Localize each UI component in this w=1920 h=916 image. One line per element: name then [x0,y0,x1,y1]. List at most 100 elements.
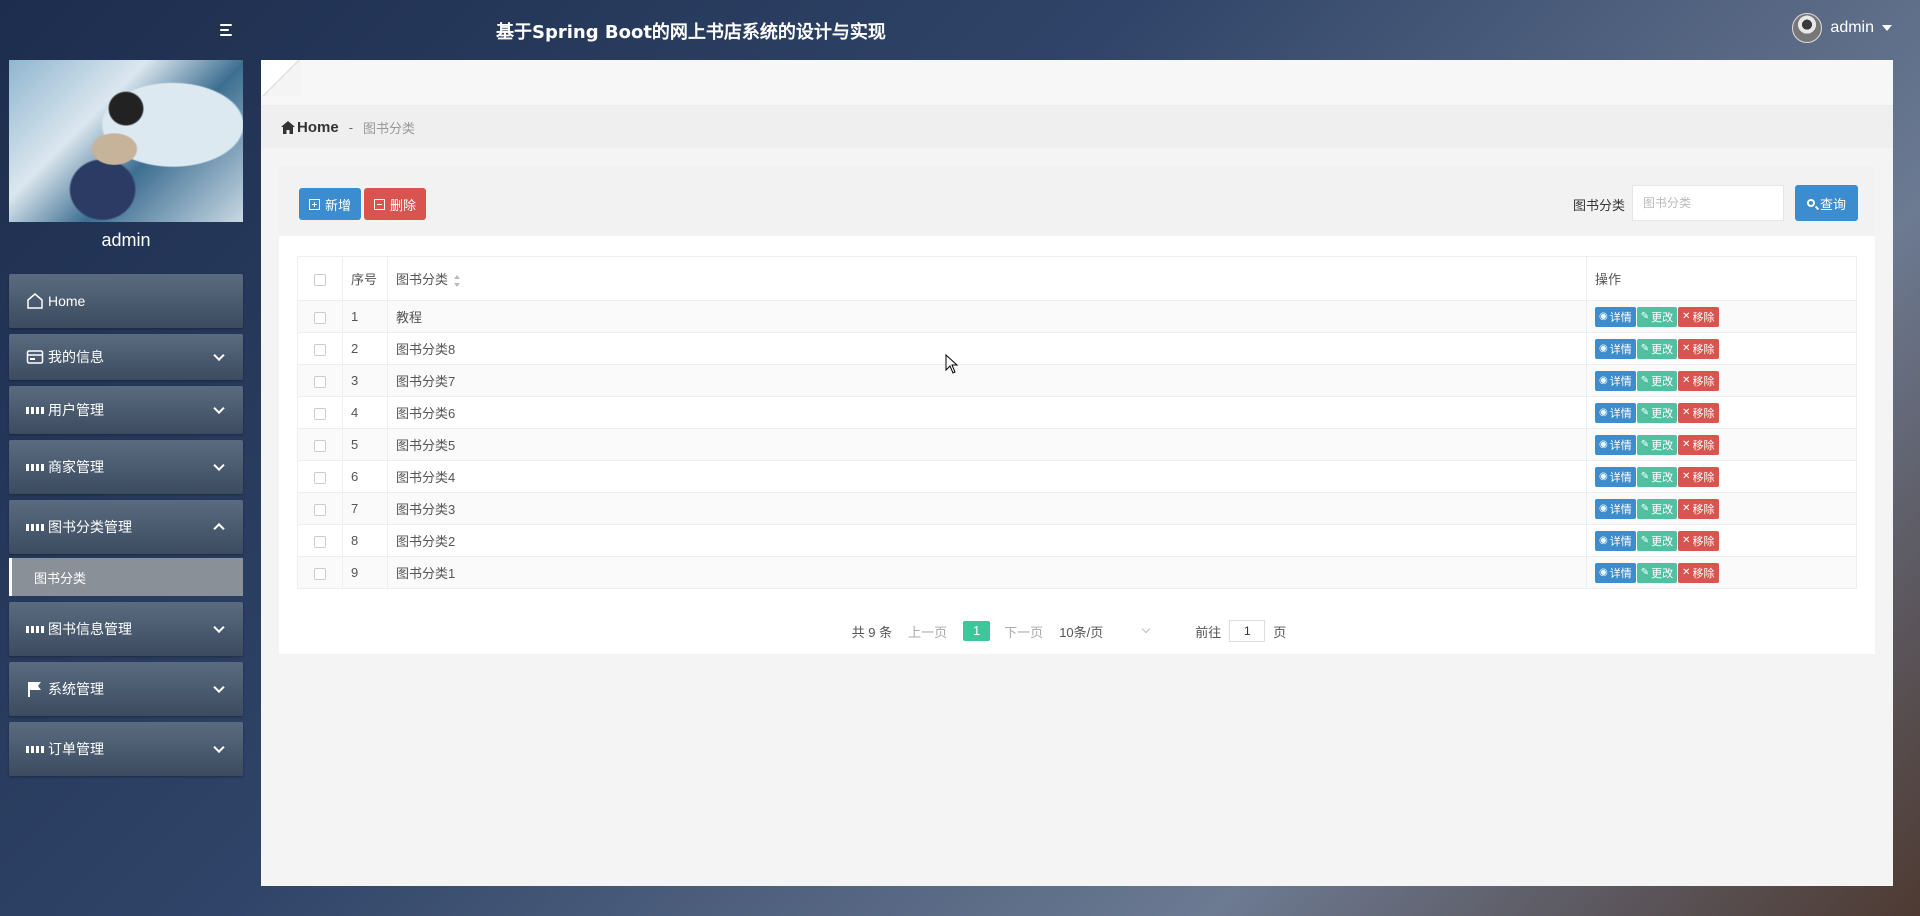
plus-square-icon [309,198,320,210]
detail-button[interactable]: ◉ 详情 [1595,530,1636,551]
sidebar-item-merchant-management[interactable]: 商家管理 [9,440,243,494]
sidebar-item-user-management[interactable]: 用户管理 [9,386,243,434]
edit-button[interactable]: ✎ 更改 [1636,434,1678,455]
row-category: 图书分类1 [387,556,1587,589]
search-input[interactable] [1632,185,1784,221]
remove-button[interactable]: ✕ 移除 [1678,562,1719,583]
edit-icon: ✎ [1640,406,1650,418]
detail-button[interactable]: ◉ 详情 [1595,306,1636,327]
remove-button[interactable]: ✕ 移除 [1678,338,1719,359]
edit-icon: ✎ [1640,342,1650,354]
row-select-cell [297,396,343,429]
goto-page-input[interactable] [1229,620,1266,642]
sidebar-item-book-category-management[interactable]: 图书分类管理 [9,500,243,554]
remove-button[interactable]: ✕ 移除 [1678,402,1719,423]
flag-icon [26,680,44,698]
page-number-button[interactable]: 1 [963,621,991,641]
table-header-row: 序号 图书分类 操作 [297,256,1857,301]
search-icon [1806,199,1815,207]
remove-button[interactable]: ✕ 移除 [1678,466,1719,487]
eye-icon: ◉ [1599,438,1608,450]
edit-icon: ✎ [1640,374,1650,386]
row-index: 2 [342,332,388,365]
breadcrumb-home[interactable]: Home [281,119,339,136]
row-select-cell [297,492,343,525]
user-name: admin [1830,19,1874,36]
row-checkbox[interactable] [314,343,326,356]
breadcrumb-separator: - [348,119,354,135]
detail-button[interactable]: ◉ 详情 [1595,402,1636,423]
table-row: 3 图书分类7 ◉ 详情 ✎ 更改 ✕ 移除 [297,364,1857,397]
edit-icon: ✎ [1640,502,1650,514]
profile-image [9,60,243,222]
row-checkbox[interactable] [314,471,326,484]
row-index: 3 [342,364,388,397]
row-select-cell [297,460,343,493]
row-category: 图书分类6 [387,396,1587,429]
column-header-category[interactable]: 图书分类 [387,256,1587,301]
search-button[interactable]: 查询 [1794,185,1858,221]
menu-toggle-icon[interactable] [213,18,239,42]
row-checkbox[interactable] [314,567,326,580]
content-card: 新增 删除 图书分类 查询 序号 图书分类 操作 1教程 [279,166,1875,654]
row-category: 图书分类8 [387,332,1587,365]
sidebar-item-home[interactable]: Home [9,274,243,328]
delete-button[interactable]: 删除 [364,188,427,220]
chevron-down-icon [213,459,225,472]
sidebar-item-label: 系统管理 [48,681,104,697]
row-index: 9 [342,556,388,589]
select-all-checkbox[interactable] [314,273,326,286]
sidebar-item-order-management[interactable]: 订单管理 [9,722,243,776]
sidebar-item-label: 商家管理 [48,459,104,475]
close-icon: ✕ [1682,534,1691,546]
remove-button[interactable]: ✕ 移除 [1678,306,1719,327]
sidebar-item-system-management[interactable]: 系统管理 [9,662,243,716]
chevron-down-icon [213,741,225,754]
detail-button[interactable]: ◉ 详情 [1595,434,1636,455]
detail-button[interactable]: ◉ 详情 [1595,466,1636,487]
add-button[interactable]: 新增 [299,188,362,220]
user-menu[interactable]: admin [1792,13,1892,43]
detail-button[interactable]: ◉ 详情 [1595,370,1636,391]
page-size-select[interactable]: 10条/页 [1059,622,1165,641]
grid-icon [26,740,44,758]
edit-button[interactable]: ✎ 更改 [1636,530,1678,551]
row-checkbox[interactable] [314,375,326,388]
edit-button[interactable]: ✎ 更改 [1636,306,1678,327]
breadcrumb-current: 图书分类 [363,120,416,136]
close-icon: ✕ [1682,406,1691,418]
sidebar-subitem-book-category[interactable]: 图书分类 [9,558,243,596]
next-page-button[interactable]: 下一页 [1004,622,1043,641]
prev-page-button[interactable]: 上一页 [908,622,947,641]
edit-button[interactable]: ✎ 更改 [1636,498,1678,519]
caret-down-icon [1882,25,1892,31]
edit-button[interactable]: ✎ 更改 [1636,370,1678,391]
sidebar-item-my-info[interactable]: 我的信息 [9,334,243,380]
sort-icon[interactable] [454,274,461,287]
edit-button[interactable]: ✎ 更改 [1636,402,1678,423]
row-checkbox[interactable] [314,439,326,452]
remove-button[interactable]: ✕ 移除 [1678,370,1719,391]
eye-icon: ◉ [1599,502,1608,514]
edit-button[interactable]: ✎ 更改 [1636,562,1678,583]
detail-button[interactable]: ◉ 详情 [1595,498,1636,519]
grid-icon [26,458,44,476]
sidebar-subitem-label: 图书分类 [34,570,87,586]
remove-button[interactable]: ✕ 移除 [1678,434,1719,455]
edit-button[interactable]: ✎ 更改 [1636,466,1678,487]
search-label: 图书分类 [1572,198,1625,213]
sidebar-item-book-info-management[interactable]: 图书信息管理 [9,602,243,656]
eye-icon: ◉ [1599,374,1608,386]
row-checkbox[interactable] [314,535,326,548]
detail-button[interactable]: ◉ 详情 [1595,338,1636,359]
row-actions: ◉ 详情 ✎ 更改 ✕ 移除 [1586,460,1857,493]
row-checkbox[interactable] [314,407,326,420]
row-checkbox[interactable] [314,503,326,516]
row-index: 1 [342,300,388,333]
row-checkbox[interactable] [314,311,326,324]
row-category: 教程 [387,300,1587,333]
edit-button[interactable]: ✎ 更改 [1636,338,1678,359]
remove-button[interactable]: ✕ 移除 [1678,498,1719,519]
detail-button[interactable]: ◉ 详情 [1595,562,1636,583]
remove-button[interactable]: ✕ 移除 [1678,530,1719,551]
